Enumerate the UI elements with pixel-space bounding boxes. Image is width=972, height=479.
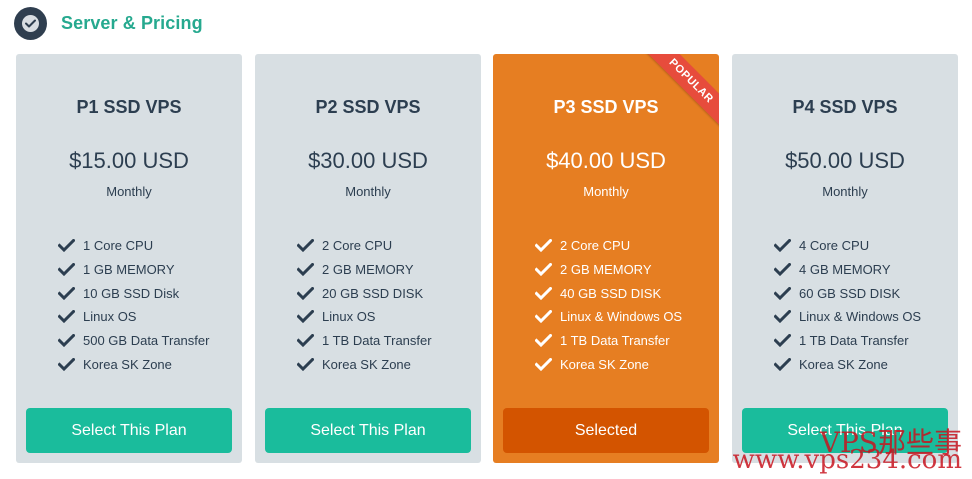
check-icon — [535, 357, 552, 371]
feature-label: 4 GB MEMORY — [799, 262, 891, 278]
check-circle-icon — [14, 6, 47, 40]
feature-list: 2 Core CPU 2 GB MEMORY 20 GB SSD DISK Li… — [297, 234, 432, 376]
feature-item: 1 TB Data Transfer — [297, 329, 432, 353]
feature-label: 1 TB Data Transfer — [799, 333, 909, 349]
feature-item: 2 Core CPU — [297, 234, 432, 258]
plan-card-p3: POPULAR P3 SSD VPS $40.00 USD Monthly 2 … — [493, 54, 719, 463]
plan-period: Monthly — [345, 184, 391, 199]
check-icon — [297, 357, 314, 371]
check-icon — [535, 334, 552, 348]
select-plan-button[interactable]: Select This Plan — [742, 408, 948, 453]
check-icon — [774, 263, 791, 277]
check-icon — [297, 334, 314, 348]
feature-label: Korea SK Zone — [560, 356, 649, 372]
check-icon — [774, 334, 791, 348]
plan-period: Monthly — [583, 184, 629, 199]
select-plan-button[interactable]: Select This Plan — [265, 408, 471, 453]
plan-name: P1 SSD VPS — [76, 97, 182, 117]
plan-name: P3 SSD VPS — [553, 97, 659, 117]
check-icon — [297, 286, 314, 300]
check-icon — [774, 310, 791, 324]
feature-label: 1 Core CPU — [83, 238, 154, 254]
feature-label: 1 TB Data Transfer — [322, 333, 432, 349]
feature-item: 10 GB SSD Disk — [58, 281, 209, 305]
check-icon — [535, 310, 552, 324]
plan-price: $40.00 USD — [546, 148, 666, 173]
feature-label: 4 Core CPU — [799, 238, 870, 254]
feature-item: 2 Core CPU — [535, 234, 682, 258]
check-icon — [535, 263, 552, 277]
plan-period: Monthly — [106, 184, 152, 199]
check-icon — [58, 357, 75, 371]
check-icon — [774, 239, 791, 253]
feature-item: Linux & Windows OS — [774, 305, 921, 329]
check-icon — [535, 286, 552, 300]
feature-label: 500 GB Data Transfer — [83, 333, 210, 349]
feature-item: 1 Core CPU — [58, 234, 209, 258]
feature-label: Korea SK Zone — [799, 356, 888, 372]
feature-label: 2 Core CPU — [322, 238, 393, 254]
feature-label: 60 GB SSD DISK — [799, 285, 901, 301]
check-icon — [297, 310, 314, 324]
feature-label: Linux & Windows OS — [799, 309, 922, 325]
feature-item: Korea SK Zone — [774, 352, 921, 376]
feature-label: 2 GB MEMORY — [560, 262, 652, 278]
feature-item: 1 TB Data Transfer — [535, 329, 682, 353]
feature-label: 10 GB SSD Disk — [83, 285, 180, 301]
feature-item: 40 GB SSD DISK — [535, 281, 682, 305]
plan-period: Monthly — [822, 184, 868, 199]
section-header: Server & Pricing — [14, 6, 203, 40]
feature-item: Korea SK Zone — [297, 352, 432, 376]
check-icon — [297, 239, 314, 253]
feature-label: Korea SK Zone — [83, 356, 172, 372]
plan-card-p4: P4 SSD VPS $50.00 USD Monthly 4 Core CPU… — [732, 54, 958, 463]
feature-item: 4 Core CPU — [774, 234, 921, 258]
check-icon — [535, 239, 552, 253]
feature-item: 1 GB MEMORY — [58, 258, 209, 282]
feature-list: 1 Core CPU 1 GB MEMORY 10 GB SSD Disk Li… — [58, 234, 209, 376]
feature-label: Linux OS — [83, 309, 137, 325]
feature-label: 2 GB MEMORY — [322, 262, 414, 278]
feature-label: 2 Core CPU — [560, 238, 631, 254]
feature-label: 20 GB SSD DISK — [322, 285, 424, 301]
feature-label: Linux OS — [322, 309, 376, 325]
feature-label: 40 GB SSD DISK — [560, 285, 662, 301]
feature-list: 2 Core CPU 2 GB MEMORY 40 GB SSD DISK Li… — [535, 234, 682, 376]
plan-name: P2 SSD VPS — [315, 97, 421, 117]
check-icon — [774, 286, 791, 300]
feature-item: Linux OS — [297, 305, 432, 329]
feature-label: Linux & Windows OS — [560, 309, 683, 325]
feature-item: 2 GB MEMORY — [535, 258, 682, 282]
check-icon — [58, 334, 75, 348]
check-icon — [58, 310, 75, 324]
feature-label: 1 TB Data Transfer — [560, 333, 670, 349]
feature-list: 4 Core CPU 4 GB MEMORY 60 GB SSD DISK Li… — [774, 234, 921, 376]
select-plan-button[interactable]: Select This Plan — [26, 408, 232, 453]
feature-label: Korea SK Zone — [322, 356, 411, 372]
check-icon — [58, 263, 75, 277]
feature-item: 4 GB MEMORY — [774, 258, 921, 282]
feature-item: 20 GB SSD DISK — [297, 281, 432, 305]
check-icon — [297, 263, 314, 277]
feature-item: 60 GB SSD DISK — [774, 281, 921, 305]
check-icon — [58, 239, 75, 253]
section-title: Server & Pricing — [61, 12, 203, 33]
feature-item: Korea SK Zone — [535, 352, 682, 376]
plan-price: $30.00 USD — [308, 148, 428, 173]
feature-item: 2 GB MEMORY — [297, 258, 432, 282]
feature-item: 1 TB Data Transfer — [774, 329, 921, 353]
feature-label: 1 GB MEMORY — [83, 262, 175, 278]
feature-item: Linux & Windows OS — [535, 305, 682, 329]
plan-card-p1: P1 SSD VPS $15.00 USD Monthly 1 Core CPU… — [16, 54, 242, 463]
plan-price: $15.00 USD — [69, 148, 189, 173]
plan-price: $50.00 USD — [785, 148, 905, 173]
feature-item: 500 GB Data Transfer — [58, 329, 209, 353]
check-icon — [774, 357, 791, 371]
feature-item: Linux OS — [58, 305, 209, 329]
feature-item: Korea SK Zone — [58, 352, 209, 376]
plan-name: P4 SSD VPS — [792, 97, 898, 117]
selected-plan-button[interactable]: Selected — [503, 408, 709, 453]
plan-card-p2: P2 SSD VPS $30.00 USD Monthly 2 Core CPU… — [255, 54, 481, 463]
check-icon — [58, 286, 75, 300]
